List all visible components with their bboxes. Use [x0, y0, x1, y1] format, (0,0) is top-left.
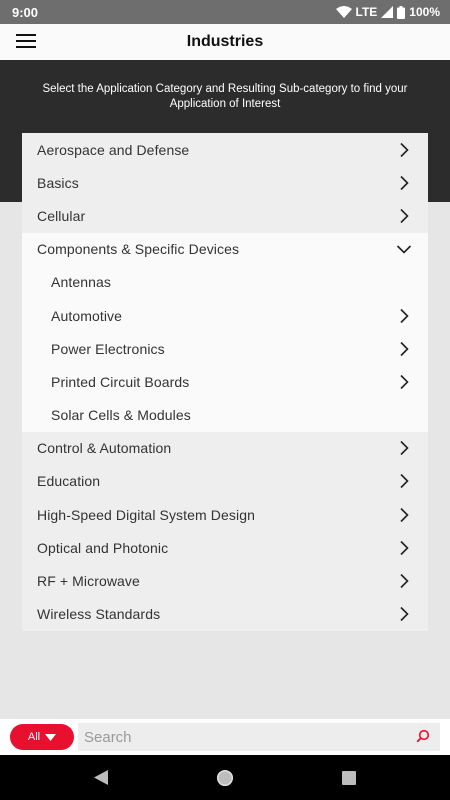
chevron-right-icon	[400, 374, 409, 389]
app-bar: Industries	[0, 24, 450, 60]
chevron-right-icon	[400, 175, 409, 190]
menu-icon[interactable]	[16, 34, 36, 50]
subcategory-item[interactable]: Power Electronics	[22, 332, 428, 366]
category-item-expanded[interactable]: Components & Specific Devices	[22, 232, 428, 266]
category-label: Aerospace and Defense	[37, 141, 190, 158]
search-icon[interactable]	[416, 729, 430, 748]
chevron-right-icon	[400, 308, 409, 323]
subcategory-label: Printed Circuit Boards	[51, 373, 190, 390]
subcategory-item[interactable]: Printed Circuit Boards	[22, 365, 428, 399]
subcategory-label: Antennas	[51, 274, 111, 291]
chevron-right-icon	[400, 607, 409, 622]
status-time: 9:00	[12, 4, 39, 20]
category-item[interactable]: Education	[22, 465, 428, 498]
category-item[interactable]: Wireless Standards	[22, 598, 428, 631]
category-label: Optical and Photonic	[37, 539, 169, 556]
subcategory-item[interactable]: Antennas	[22, 265, 428, 299]
category-item[interactable]: Basics	[22, 166, 428, 199]
category-label: Cellular	[37, 207, 86, 224]
search-input[interactable]	[78, 723, 440, 751]
chevron-right-icon	[400, 540, 409, 555]
status-bar: 9:00 LTE 100%	[0, 0, 450, 24]
status-icons: LTE 100%	[335, 5, 440, 19]
system-nav-bar	[0, 755, 450, 800]
subcategory-label: Power Electronics	[51, 340, 165, 357]
category-label: RF + Microwave	[37, 573, 140, 590]
recents-icon[interactable]	[342, 770, 356, 785]
chevron-down-icon	[396, 245, 412, 254]
category-item[interactable]: High-Speed Digital System Design	[22, 498, 428, 531]
home-icon[interactable]	[216, 769, 234, 787]
category-list: Aerospace and Defense Basics Cellular Co…	[22, 133, 428, 631]
network-type: LTE	[355, 5, 378, 19]
page-title: Industries	[186, 33, 264, 50]
chevron-right-icon	[400, 507, 409, 522]
back-icon[interactable]	[94, 770, 108, 785]
chevron-right-icon	[400, 573, 409, 589]
wifi-icon	[335, 6, 352, 18]
caret-down-icon	[45, 733, 57, 741]
category-label: High-Speed Digital System Design	[37, 506, 255, 523]
signal-icon	[381, 6, 394, 18]
filter-label: All	[27, 731, 41, 743]
subcategory-item[interactable]: Automotive	[22, 298, 428, 333]
chevron-right-icon	[400, 208, 409, 224]
chevron-right-icon	[400, 341, 409, 356]
battery-icon	[397, 5, 406, 19]
category-label: Components & Specific Devices	[37, 241, 240, 258]
search-bar: All	[0, 719, 450, 755]
battery-level: 100%	[409, 5, 440, 19]
category-item[interactable]: Control & Automation	[22, 432, 428, 465]
subcategory-label: Solar Cells & Modules	[51, 407, 191, 424]
chevron-right-icon	[400, 474, 409, 489]
category-item[interactable]: Cellular	[22, 199, 428, 232]
hero-instructions: Select the Application Category and Resu…	[42, 83, 408, 110]
category-item[interactable]: Aerospace and Defense	[22, 133, 428, 166]
chevron-right-icon	[400, 441, 409, 456]
subcategory-label: Automotive	[51, 307, 123, 324]
category-label: Wireless Standards	[37, 606, 161, 623]
category-item[interactable]: Optical and Photonic	[22, 531, 428, 564]
subcategory-item[interactable]: Solar Cells & Modules	[22, 398, 428, 432]
category-item[interactable]: RF + Microwave	[22, 564, 428, 597]
filter-dropdown[interactable]: All	[10, 724, 74, 750]
chevron-right-icon	[400, 142, 409, 157]
category-label: Basics	[37, 174, 79, 191]
category-label: Control & Automation	[37, 440, 172, 457]
category-label: Education	[37, 473, 101, 490]
